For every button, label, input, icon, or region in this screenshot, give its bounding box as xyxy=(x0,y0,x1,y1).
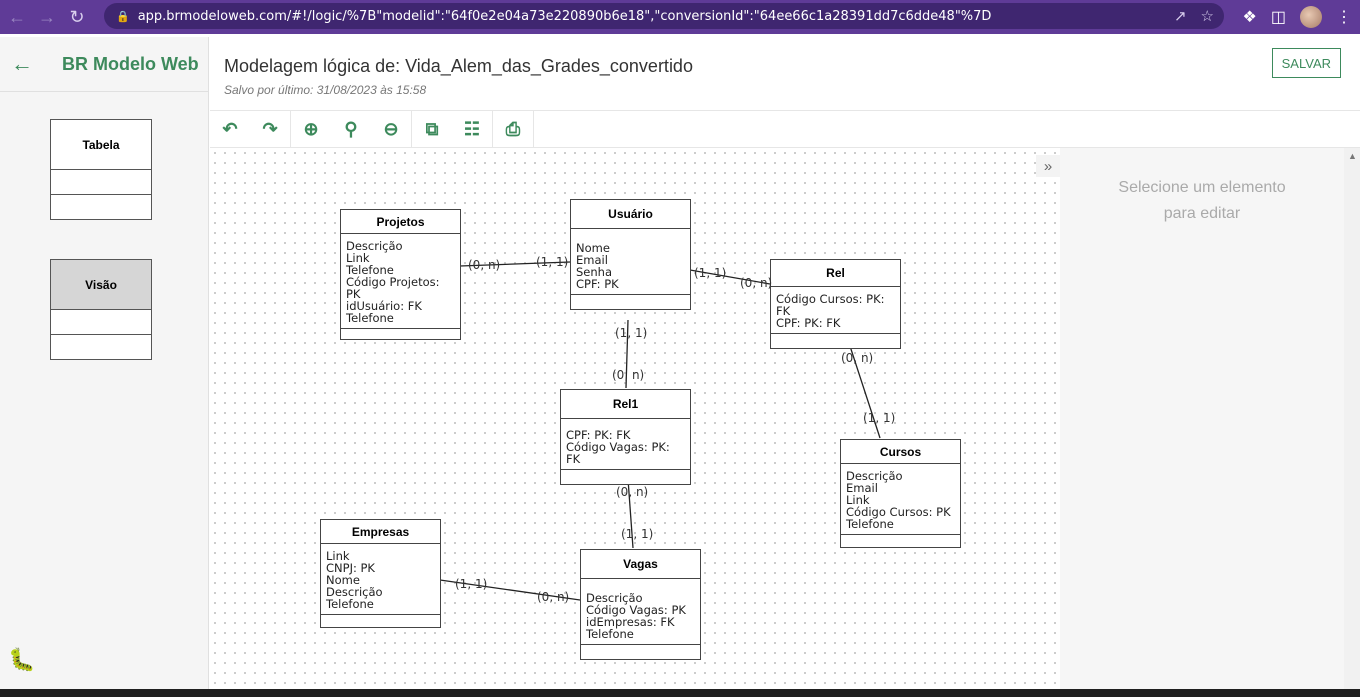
entity-attributes: Link CNPJ: PK Nome Descrição Telefone xyxy=(321,544,440,615)
entity-name: Empresas xyxy=(321,520,440,544)
scroll-up-icon[interactable]: ▲ xyxy=(1348,151,1357,161)
entity-rel1[interactable]: Rel1 CPF: PK: FK Código Vagas: PK: FK xyxy=(560,389,691,485)
print-icon[interactable]: ⎙ xyxy=(493,111,533,148)
palette-row xyxy=(51,335,151,360)
lock-icon: 🔒 xyxy=(116,10,130,23)
cardinality-label: (1, 1) xyxy=(621,527,654,541)
attribute: Código Projetos: PK xyxy=(346,275,440,301)
entity-name: Usuário xyxy=(571,200,690,229)
attribute: Código Cursos: PK: FK xyxy=(776,292,885,318)
page-title: Modelagem lógica de: Vida_Alem_das_Grade… xyxy=(224,56,693,76)
url-text: app.brmodeloweb.com/#!/logic/%7B"modelid… xyxy=(137,8,992,24)
bug-report-icon[interactable]: 🐛 xyxy=(8,647,35,673)
entity-name: Cursos xyxy=(841,440,960,464)
extensions-icon[interactable]: ❖ xyxy=(1243,7,1257,27)
empty-selection-line: Selecione um elemento xyxy=(1118,179,1286,196)
attribute: CPF: PK: FK xyxy=(776,316,841,330)
entity-footer xyxy=(841,535,960,547)
attribute: Telefone xyxy=(586,627,634,641)
entity-attributes: CPF: PK: FK Código Vagas: PK: FK xyxy=(561,419,690,470)
cardinality-label: (1, 1) xyxy=(455,577,488,591)
cardinality-label: (0, n) xyxy=(616,485,649,499)
entity-name: Rel xyxy=(771,260,900,287)
entity-name: Projetos xyxy=(341,210,460,234)
entity-attributes: Descrição Email Link Código Cursos: PK T… xyxy=(841,464,960,535)
entity-footer xyxy=(341,329,460,339)
entity-footer xyxy=(581,645,700,659)
duplicate-icon[interactable]: ⧉ xyxy=(412,111,452,148)
share-icon[interactable]: ↗ xyxy=(1174,7,1187,25)
palette-row xyxy=(51,195,151,220)
cardinality-label: (0, n) xyxy=(612,368,645,382)
zoom-reset-icon[interactable]: ⚲ xyxy=(331,111,371,148)
cardinality-label: (1, 1) xyxy=(536,255,569,269)
entity-attributes: Descrição Link Telefone Código Projetos:… xyxy=(341,234,460,329)
cardinality-label: (0, n) xyxy=(841,351,874,365)
sidebar-header: ← BR Modelo Web xyxy=(0,37,208,92)
attribute: Código Vagas: PK: FK xyxy=(566,440,670,466)
entity-attributes: Código Cursos: PK: FK CPF: PK: FK xyxy=(771,287,900,334)
profile-avatar[interactable] xyxy=(1300,6,1322,28)
zoom-out-icon[interactable]: ⊖ xyxy=(371,111,411,148)
os-taskbar xyxy=(0,689,1360,697)
properties-panel: Selecione um elemento para editar xyxy=(1060,148,1344,689)
back-icon[interactable]: ← xyxy=(2,2,32,32)
forward-icon[interactable]: → xyxy=(32,2,62,32)
entity-usuario[interactable]: Usuário Nome Email Senha CPF: PK xyxy=(570,199,691,310)
attribute: Telefone xyxy=(326,597,374,611)
cardinality-label: (0, n) xyxy=(468,258,501,272)
reload-icon[interactable]: ↻ xyxy=(62,2,92,32)
palette-view[interactable]: Visão xyxy=(50,259,152,360)
entity-vagas[interactable]: Vagas Descrição Código Vagas: PK idEmpre… xyxy=(580,549,701,660)
back-arrow-icon[interactable]: ← xyxy=(4,51,40,77)
brand-title: BR Modelo Web xyxy=(62,53,199,74)
entity-footer xyxy=(571,295,690,309)
palette-table[interactable]: Tabela xyxy=(50,119,152,220)
entity-footer xyxy=(561,470,690,484)
entity-cursos[interactable]: Cursos Descrição Email Link Código Curso… xyxy=(840,439,961,548)
attribute: Telefone xyxy=(346,311,394,325)
menu-dots-icon[interactable]: ⋮ xyxy=(1336,7,1352,27)
database-icon[interactable]: ☷ xyxy=(452,111,492,148)
last-saved-text: Salvo por último: 31/08/2023 às 15:58 xyxy=(224,83,427,97)
entity-rel[interactable]: Rel Código Cursos: PK: FK CPF: PK: FK xyxy=(770,259,901,349)
address-bar[interactable]: 🔒 app.brmodeloweb.com/#!/logic/%7B"model… xyxy=(104,3,1224,29)
entity-name: Vagas xyxy=(581,550,700,579)
entity-footer xyxy=(321,615,440,627)
entity-projetos[interactable]: Projetos Descrição Link Telefone Código … xyxy=(340,209,461,340)
entity-footer xyxy=(771,334,900,348)
cardinality-label: (0, n) xyxy=(537,590,570,604)
cardinality-label: (0, n) xyxy=(740,276,773,290)
cardinality-label: (1, 1) xyxy=(615,326,648,340)
entity-name: Rel1 xyxy=(561,390,690,419)
collapse-panel-icon[interactable]: » xyxy=(1036,155,1060,177)
cardinality-label: (1, 1) xyxy=(863,411,896,425)
entity-attributes: Descrição Código Vagas: PK idEmpresas: F… xyxy=(581,579,700,645)
side-panel-icon[interactable]: ◫ xyxy=(1271,7,1286,27)
attribute: Telefone xyxy=(846,517,894,531)
save-button[interactable]: SALVAR xyxy=(1271,48,1341,78)
diagram-canvas[interactable]: Projetos Descrição Link Telefone Código … xyxy=(210,148,1060,689)
entity-empresas[interactable]: Empresas Link CNPJ: PK Nome Descrição Te… xyxy=(320,519,441,628)
cardinality-label: (1, 1) xyxy=(694,266,727,280)
bookmark-star-icon[interactable]: ☆ xyxy=(1201,7,1214,25)
empty-selection-message: Selecione um elemento para editar xyxy=(1060,175,1344,227)
zoom-in-icon[interactable]: ⊕ xyxy=(291,111,331,148)
page-header: Modelagem lógica de: Vida_Alem_das_Grade… xyxy=(210,37,1360,111)
vertical-scrollbar[interactable]: ▲ xyxy=(1344,148,1360,689)
diagram-toolbar: ↶ ↷ ⊕ ⚲ ⊖ ⧉ ☷ ⎙ xyxy=(210,111,1360,148)
empty-selection-line: para editar xyxy=(1163,205,1241,222)
palette-table-label: Tabela xyxy=(51,120,151,170)
attribute: CPF: PK xyxy=(576,277,619,291)
undo-icon[interactable]: ↶ xyxy=(210,111,250,148)
palette-row xyxy=(51,170,151,195)
left-sidebar: ← BR Modelo Web Tabela Visão 🐛 xyxy=(0,37,209,689)
redo-icon[interactable]: ↷ xyxy=(250,111,290,148)
palette-row xyxy=(51,310,151,335)
browser-toolbar: ← → ↻ 🔒 app.brmodeloweb.com/#!/logic/%7B… xyxy=(0,0,1360,34)
palette-view-label: Visão xyxy=(51,260,151,310)
entity-attributes: Nome Email Senha CPF: PK xyxy=(571,229,690,295)
